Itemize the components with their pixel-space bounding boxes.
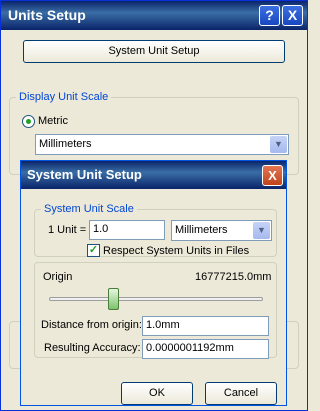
cancel-button[interactable]: Cancel [205,382,277,405]
chevron-down-icon[interactable]: ▼ [270,136,287,153]
system-unit-setup-button[interactable]: System Unit Setup [23,40,285,63]
distance-input[interactable]: 1.0mm [142,316,269,336]
origin-slider-thumb[interactable] [107,288,119,310]
dialog-title-bar[interactable]: System Unit Setup X [21,161,286,189]
display-unit-scale-label: Display Unit Scale [16,91,112,103]
metric-radio[interactable] [22,115,35,128]
metric-label: Metric [38,115,68,127]
respect-units-checkbox[interactable]: ✓ [87,244,100,257]
unit-value-input[interactable]: 1.0 [89,220,165,240]
origin-slider-track[interactable] [49,297,263,301]
system-unit-setup-dialog: System Unit Setup X System Unit Scale 1 … [20,160,287,406]
accuracy-field: 0.0000001192mm [142,339,269,359]
dialog-close-button[interactable]: X [262,165,283,186]
dialog-title: System Unit Setup [27,167,142,182]
origin-value: 16777215.0mm [195,271,272,283]
title-bar[interactable]: Units Setup ? X [1,1,307,30]
unit-type-value: Millimeters [175,224,228,236]
ok-button[interactable]: OK [121,382,193,405]
accuracy-label: Resulting Accuracy: [44,342,141,354]
system-unit-scale-label: System Unit Scale [41,203,137,215]
chevron-down-icon[interactable]: ▼ [253,222,270,239]
unit-type-dropdown[interactable]: Millimeters ▼ [171,220,272,241]
origin-label: Origin [43,271,73,283]
distance-label: Distance from origin: [41,319,142,331]
window-title: Units Setup [8,7,86,23]
respect-units-label: Respect System Units in Files [103,245,250,257]
metric-unit-dropdown[interactable]: Millimeters ▼ [35,134,289,155]
unit-equals-label: 1 Unit = [48,224,87,236]
radio-selected-dot [26,119,31,124]
metric-unit-value: Millimeters [39,138,92,150]
window-close-button[interactable]: X [282,5,303,26]
help-button[interactable]: ? [259,5,280,26]
